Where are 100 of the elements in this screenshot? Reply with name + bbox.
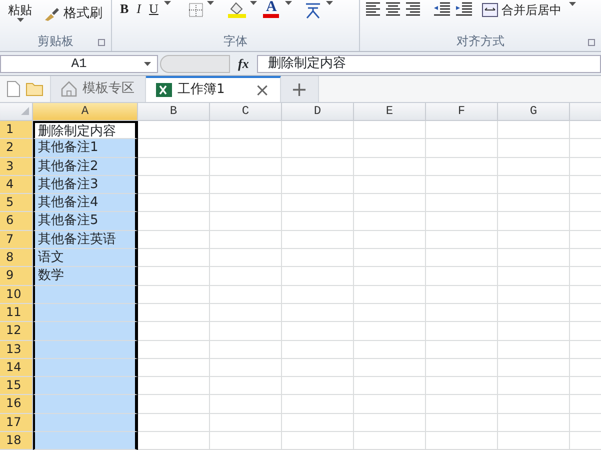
fill-bucket-icon xyxy=(228,1,246,18)
empty-cell xyxy=(210,414,282,432)
row-header[interactable]: 15 xyxy=(0,377,33,396)
caret-icon xyxy=(16,18,24,22)
row-header[interactable]: 11 xyxy=(0,304,33,322)
align-center-icon xyxy=(386,2,400,16)
name-box[interactable]: A1 xyxy=(0,54,158,72)
row-header[interactable]: 17 xyxy=(0,414,33,432)
empty-cell xyxy=(210,176,282,194)
caret-icon xyxy=(164,1,172,5)
paste-button[interactable]: 粘贴 xyxy=(6,2,34,18)
empty-cell xyxy=(354,230,426,250)
cell-text: 语文 xyxy=(33,249,138,268)
row-header[interactable]: 8 xyxy=(0,249,33,268)
row-header[interactable]: 13 xyxy=(0,340,33,359)
empty-cell xyxy=(498,432,570,450)
empty-cell xyxy=(210,358,282,378)
empty-cell xyxy=(498,158,570,176)
brush-icon xyxy=(44,7,60,21)
merge-cells-icon xyxy=(482,3,498,17)
empty-cell xyxy=(426,395,498,414)
empty-cell xyxy=(426,249,498,268)
borders-icon xyxy=(189,3,204,17)
empty-cell xyxy=(498,194,570,212)
column-header[interactable]: G xyxy=(498,103,570,121)
row-header[interactable]: 3 xyxy=(0,158,33,176)
close-tab-button[interactable]: × xyxy=(254,76,270,104)
empty-cell xyxy=(282,304,354,322)
empty-cell xyxy=(354,121,426,140)
clipboard-group-label: 剪贴板 xyxy=(38,33,74,50)
empty-cell xyxy=(354,432,426,450)
empty-cell xyxy=(354,414,426,432)
empty-cell xyxy=(498,358,570,378)
tab[interactable]: 工作簿1 × xyxy=(146,76,281,102)
row-header[interactable]: 16 xyxy=(0,395,33,414)
underline-button[interactable]: U xyxy=(147,1,160,17)
empty-cell xyxy=(210,395,282,414)
cell-text: 删除制定内容 xyxy=(33,121,138,140)
empty-cell xyxy=(282,249,354,268)
column-header[interactable]: E xyxy=(354,103,426,121)
folder-icon xyxy=(26,82,43,96)
empty-cell xyxy=(426,267,498,286)
bold-button[interactable]: B xyxy=(118,1,131,17)
row-header[interactable]: 9 xyxy=(0,267,33,286)
row-header[interactable]: 10 xyxy=(0,286,33,304)
empty-cell xyxy=(498,414,570,432)
empty-cell xyxy=(210,121,282,140)
empty-cell xyxy=(354,249,426,268)
row-header[interactable]: 1 xyxy=(0,121,33,140)
new-tab-button[interactable]: + xyxy=(280,76,319,102)
empty-cell xyxy=(426,432,498,450)
empty-cell xyxy=(498,212,570,231)
row-header[interactable]: 18 xyxy=(0,432,33,450)
column-header[interactable]: A xyxy=(33,103,138,121)
row-header[interactable]: 5 xyxy=(0,194,33,212)
column-header[interactable]: B xyxy=(138,103,210,121)
tab[interactable]: 模板专区 xyxy=(50,76,146,102)
caret-icon xyxy=(207,1,214,5)
cell-text: 其他备注2 xyxy=(33,158,138,176)
cell-text: 数学 xyxy=(33,267,138,286)
empty-cell xyxy=(426,414,498,432)
merge-center-button[interactable]: 合并后居中 xyxy=(480,2,564,18)
empty-cell xyxy=(210,322,282,341)
formula-bar-divider[interactable] xyxy=(160,54,230,72)
row-header[interactable]: 6 xyxy=(0,212,33,231)
empty-cell xyxy=(354,286,426,304)
empty-cell xyxy=(498,286,570,304)
empty-cell xyxy=(354,395,426,414)
increase-indent-icon xyxy=(456,2,472,16)
empty-cell xyxy=(426,121,498,140)
dialog-launcher-icon xyxy=(588,38,595,46)
italic-button[interactable]: I xyxy=(134,1,144,17)
column-header[interactable]: F xyxy=(426,103,498,121)
column-header[interactable]: C xyxy=(210,103,282,121)
empty-cell xyxy=(282,121,354,140)
insert-function-button[interactable]: fx xyxy=(230,54,257,74)
empty-cell xyxy=(354,176,426,194)
empty-cell xyxy=(498,267,570,286)
empty-cell xyxy=(498,249,570,268)
row-header[interactable]: 4 xyxy=(0,176,33,194)
format-painter-button[interactable]: 格式刷 xyxy=(42,6,104,22)
empty-cell xyxy=(282,432,354,450)
empty-cell xyxy=(426,176,498,194)
formula-field[interactable]: 删除制定内容 xyxy=(256,54,601,72)
select-all-icon xyxy=(21,106,29,115)
dialog-launcher-icon xyxy=(98,38,105,46)
row-header[interactable]: 2 xyxy=(0,139,33,158)
empty-cell xyxy=(354,322,426,341)
row-header[interactable]: 7 xyxy=(0,230,33,250)
empty-cell xyxy=(498,121,570,140)
align-left-icon xyxy=(366,2,380,16)
row-header[interactable]: 12 xyxy=(0,322,33,341)
empty-cell xyxy=(210,286,282,304)
empty-cell xyxy=(210,377,282,396)
caret-icon xyxy=(250,1,258,5)
column-header[interactable]: D xyxy=(282,103,354,121)
row-header[interactable]: 14 xyxy=(0,358,33,378)
cell-text: 其他备注4 xyxy=(33,194,138,212)
font-color-button[interactable]: A xyxy=(261,1,282,18)
empty-cell xyxy=(426,358,498,378)
